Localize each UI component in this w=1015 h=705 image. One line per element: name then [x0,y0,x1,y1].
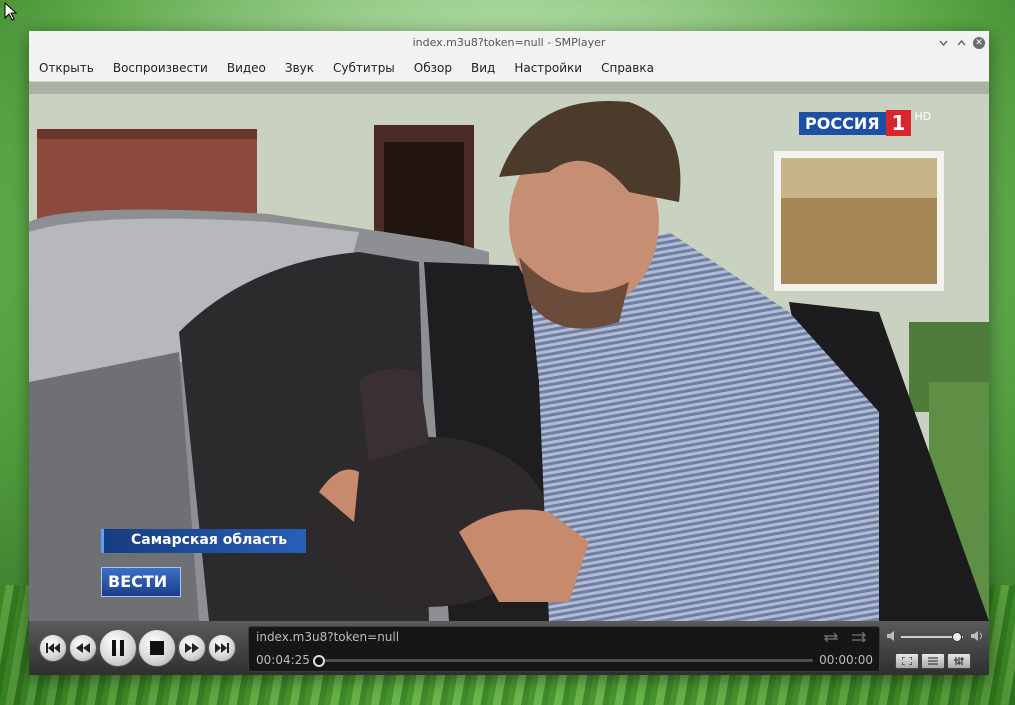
channel-logo-number: 1 [885,110,912,136]
video-area[interactable]: РОССИЯ 1 HD Самарская область ВЕСТИ [29,82,989,621]
playlist-icon [928,657,938,665]
equalizer-button[interactable] [947,653,971,669]
minimize-button[interactable] [937,37,949,49]
time-current: 00:04:25 [256,653,310,667]
menu-video[interactable]: Видео [220,55,273,81]
rewind-icon [76,643,90,653]
mouse-cursor-icon [4,2,18,21]
equalizer-icon [954,657,964,665]
menu-settings[interactable]: Настройки [507,55,589,81]
stop-icon [150,641,164,655]
repeat-icon[interactable] [823,632,839,642]
volume-slider[interactable] [901,632,963,642]
shuffle-icon[interactable] [851,632,867,642]
channel-logo-hd: HD [914,110,932,123]
chevron-up-icon [957,40,965,46]
stop-button[interactable] [138,629,176,667]
playlist-button[interactable] [921,653,945,669]
menu-audio[interactable]: Звук [278,55,321,81]
close-button[interactable]: ✕ [973,37,985,49]
maximize-button[interactable] [955,37,967,49]
forward-button[interactable] [178,634,206,662]
window-title: index.m3u8?token=null - SMPlayer [412,36,606,49]
smplayer-window: index.m3u8?token=null - SMPlayer ✕ Откры… [29,31,989,675]
region-caption: Самарская область [131,532,288,548]
seek-bar[interactable] [313,655,813,667]
menu-browse[interactable]: Обзор [407,55,459,81]
menubar: Открыть Воспроизвести Видео Звук Субтитр… [29,55,989,82]
next-icon [215,643,229,653]
volume-handle[interactable] [951,632,962,642]
close-icon: ✕ [975,38,983,48]
program-badge-text: ВЕСТИ [108,572,168,591]
channel-logo-text: РОССИЯ [799,111,886,135]
volume-control [887,629,985,645]
time-total: 00:00:00 [819,653,873,667]
menu-subtitles[interactable]: Субтитры [326,55,402,81]
seek-handle[interactable] [313,655,325,667]
pause-icon [112,640,124,656]
channel-logo: РОССИЯ 1 HD [799,110,931,136]
program-badge: ВЕСТИ [101,567,181,597]
titlebar: index.m3u8?token=null - SMPlayer ✕ [29,31,989,55]
menu-view[interactable]: Вид [464,55,502,81]
menu-open[interactable]: Открыть [32,55,101,81]
pause-button[interactable] [99,629,137,667]
volume-high-icon [971,631,982,641]
next-button[interactable] [208,634,236,662]
fullscreen-button[interactable] [895,653,919,669]
menu-play[interactable]: Воспроизвести [106,55,215,81]
window-controls: ✕ [937,31,985,55]
previous-button[interactable] [39,634,67,662]
chevron-down-icon [939,40,947,46]
forward-icon [185,643,199,653]
media-title: index.m3u8?token=null [256,630,400,644]
menu-help[interactable]: Справка [594,55,661,81]
lower-third-region: Самарская область [101,529,306,553]
previous-icon [46,643,60,653]
rewind-button[interactable] [69,634,97,662]
info-panel: index.m3u8?token=null 00:04:25 00:00:00 [248,626,880,672]
control-bar: index.m3u8?token=null 00:04:25 00:00:00 [29,621,989,675]
volume-low-icon [887,631,894,641]
fullscreen-icon [902,657,912,665]
